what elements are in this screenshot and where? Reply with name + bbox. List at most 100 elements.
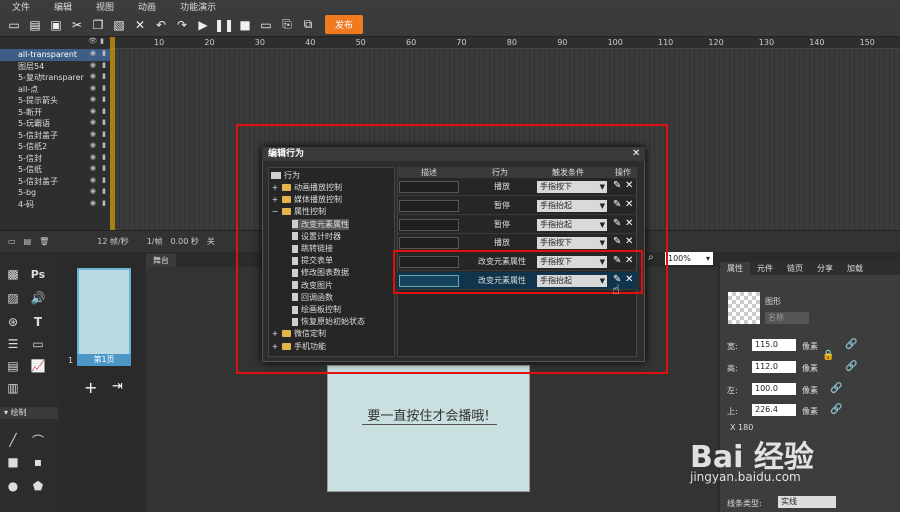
preview-icon[interactable]: ▭ — [258, 17, 274, 33]
draw-section-label[interactable]: ▾ 绘制 — [0, 407, 58, 419]
timeline-ruler[interactable]: 10 20 30 40 50 60 70 80 90 100 110 120 130 140 150 — [110, 37, 900, 49]
barcode-icon[interactable]: ▥ — [5, 380, 21, 396]
audio-icon[interactable]: 🔊 — [30, 290, 46, 306]
menu-animation[interactable]: 动画 — [126, 0, 168, 13]
layer-visibility-lock-icon[interactable]: ◉ ▮ — [90, 107, 108, 115]
link-icon[interactable]: 🔗 — [845, 339, 857, 350]
layer-visibility-lock-icon[interactable]: ◉ ▮ — [90, 84, 108, 92]
layer-visibility-lock-icon[interactable]: ◉ ▮ — [90, 72, 108, 80]
timeline-status-bar: ▭ ▤ 🗑 12 帧/秒 1/帧 0.00 秒 关 — [0, 230, 260, 252]
layer-visibility-lock-icon[interactable]: ◉ ▮ — [90, 130, 108, 138]
undo-icon[interactable]: ↶ — [153, 17, 169, 33]
layer-item[interactable]: 5-信封盖子 ◉ ▮ — [0, 130, 110, 142]
pause-icon[interactable]: ❚❚ — [214, 17, 234, 33]
pentagon-tool-icon[interactable]: ⬟ — [30, 478, 46, 494]
timeline-tick: 110 — [658, 38, 674, 47]
layer-visibility-lock-icon[interactable]: ◉ ▮ — [90, 61, 108, 69]
menu-edit[interactable]: 编辑 — [42, 0, 84, 13]
layer-visibility-lock-icon[interactable]: ◉ ▮ — [90, 199, 108, 207]
menu-demo[interactable]: 功能演示 — [168, 0, 228, 13]
stage-canvas[interactable] — [327, 365, 530, 492]
layer-item[interactable]: 5-复动transparer ◉ ▮ — [0, 72, 110, 84]
rect-tool-icon[interactable]: ■ — [5, 454, 21, 470]
lock-icon[interactable]: ▮ — [100, 37, 107, 49]
video-reel-icon[interactable]: ⊛ — [5, 314, 21, 330]
height-input[interactable]: 112.0 — [752, 361, 796, 373]
layer-item[interactable]: all-transparent ◉ ▮ — [0, 49, 110, 61]
folder-layer-icon[interactable]: ▤ — [24, 237, 32, 246]
layer-item[interactable]: 4-码 ◉ ▮ — [0, 199, 110, 211]
image-icon[interactable]: ▩ — [5, 266, 21, 282]
element-name-input[interactable]: 名称 — [765, 312, 809, 324]
trash-icon[interactable]: 🗑 — [39, 237, 49, 246]
layer-item[interactable]: 5-信封 ◉ ▮ — [0, 153, 110, 165]
publish-button[interactable]: 发布 — [325, 15, 364, 34]
play-icon[interactable]: ▶ — [195, 17, 211, 33]
layer-visibility-lock-icon[interactable]: ◉ ▮ — [90, 118, 108, 126]
layer-item[interactable]: 5-信纸 ◉ ▮ — [0, 164, 110, 176]
new-file-icon[interactable]: ▭ — [6, 17, 22, 33]
layer-item[interactable]: 5-玩霸语 ◉ ▮ — [0, 118, 110, 130]
layer-item[interactable]: 5-信纸2 ◉ ▮ — [0, 141, 110, 153]
stop-icon[interactable]: ■ — [237, 17, 253, 33]
import-page-icon[interactable]: ⇥ — [112, 379, 123, 394]
layer-visibility-lock-icon[interactable]: ◉ ▮ — [90, 176, 108, 184]
layer-item[interactable]: 5-信封盖子 ◉ ▮ — [0, 176, 110, 188]
link-icon[interactable]: 🔗 — [830, 383, 842, 394]
timeline-tick: 100 — [607, 38, 623, 47]
text-icon[interactable]: T — [30, 314, 46, 330]
form-icon[interactable]: ▤ — [5, 358, 21, 374]
monitor-icon[interactable]: ▭ — [30, 336, 46, 352]
page-thumbnail[interactable] — [77, 268, 131, 366]
zoom-select[interactable]: 100% ▾ — [665, 252, 713, 265]
add-layer-icon[interactable]: ▭ — [8, 237, 16, 246]
tab-share[interactable]: 分享 — [810, 262, 840, 275]
tab-load[interactable]: 加载 — [840, 262, 870, 275]
open-folder-icon[interactable]: ▤ — [27, 17, 43, 33]
curve-tool-icon[interactable]: ⌒ — [30, 432, 46, 448]
layer-item[interactable]: 5-断开 ◉ ▮ — [0, 107, 110, 119]
menu-view[interactable]: 视图 — [84, 0, 126, 13]
rounded-rect-tool-icon[interactable]: ▪ — [30, 454, 46, 470]
export-icon[interactable]: ⎘ — [279, 17, 295, 33]
picture-icon[interactable]: ▨ — [5, 290, 21, 306]
delete-icon[interactable]: ✕ — [132, 17, 148, 33]
tab-stage[interactable]: 舞台 — [146, 254, 176, 267]
link-icon[interactable]: 🔗 — [830, 404, 842, 415]
layer-visibility-lock-icon[interactable]: ◉ ▮ — [90, 187, 108, 195]
save-icon[interactable]: ▣ — [48, 17, 64, 33]
layer-visibility-lock-icon[interactable]: ◉ ▮ — [90, 141, 108, 149]
eye-icon[interactable]: 👁 — [88, 37, 100, 49]
cut-icon[interactable]: ✂ — [69, 17, 85, 33]
menu-file[interactable]: 文件 — [0, 0, 42, 13]
js-icon[interactable]: ⧉ — [300, 17, 316, 33]
layer-visibility-lock-icon[interactable]: ◉ ▮ — [90, 164, 108, 172]
left-input[interactable]: 100.0 — [752, 383, 796, 395]
add-page-icon[interactable]: + — [84, 378, 97, 397]
copy-icon[interactable]: ❐ — [90, 17, 106, 33]
tab-components[interactable]: 元件 — [750, 262, 780, 275]
layer-visibility-lock-icon[interactable]: ◉ ▮ — [90, 153, 108, 161]
layer-visibility-lock-icon[interactable]: ◉ ▮ — [90, 49, 108, 57]
layer-item[interactable]: 图层54 ◉ ▮ — [0, 61, 110, 73]
layer-item[interactable]: 5-提示箭头 ◉ ▮ — [0, 95, 110, 107]
paste-icon[interactable]: ▧ — [111, 17, 127, 33]
width-input[interactable]: 115.0 — [752, 339, 796, 351]
photoshop-icon[interactable]: Ps — [30, 266, 46, 282]
chart-icon[interactable]: 📈 — [30, 358, 46, 374]
link-icon[interactable]: 🔗 — [845, 361, 857, 372]
redo-icon[interactable]: ↷ — [174, 17, 190, 33]
playhead[interactable] — [110, 37, 115, 230]
line-tool-icon[interactable]: ╱ — [5, 432, 21, 448]
circle-tool-icon[interactable]: ● — [5, 478, 21, 494]
tab-properties[interactable]: 属性 — [720, 262, 750, 275]
list-icon[interactable]: ☰ — [5, 336, 21, 352]
aspect-lock-icon[interactable]: 🔒 — [822, 350, 834, 361]
canvas-text[interactable]: 要一直按住才会播哦! — [327, 405, 530, 424]
timeline-tick: 150 — [859, 38, 875, 47]
layer-item[interactable]: all-点 ◉ ▮ — [0, 84, 110, 96]
tab-link-page[interactable]: 链页 — [780, 262, 810, 275]
top-input[interactable]: 226.4 — [752, 404, 796, 416]
layer-visibility-lock-icon[interactable]: ◉ ▮ — [90, 95, 108, 103]
layer-item[interactable]: 5-bg ◉ ▮ — [0, 187, 110, 199]
